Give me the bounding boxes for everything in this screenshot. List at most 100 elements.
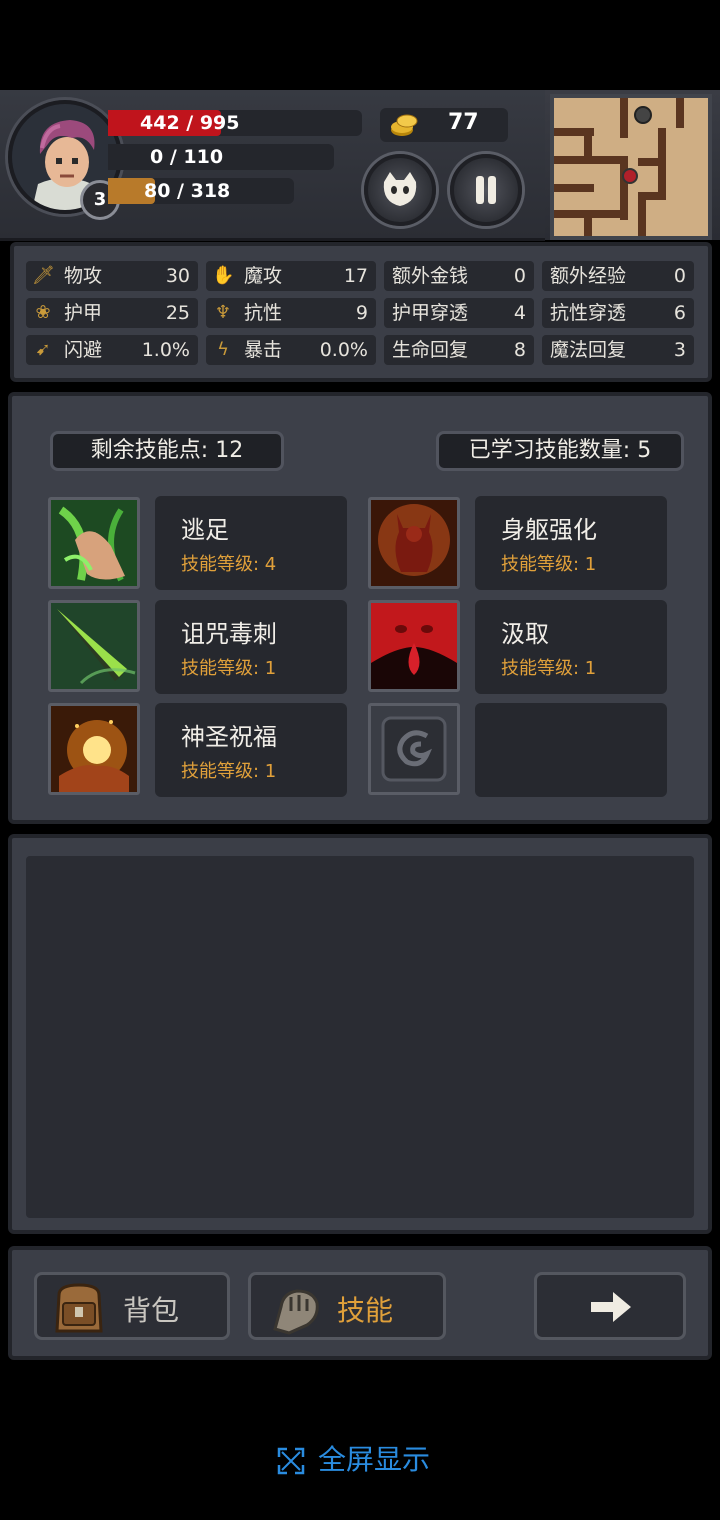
map-wall [554, 184, 594, 192]
skill-name: 身躯强化 [501, 516, 597, 544]
magic-hand-icon: ✋ [212, 265, 235, 286]
holy-light-hand-icon [51, 706, 137, 792]
stat-label: 魔法回复 [550, 339, 627, 361]
minimap[interactable] [550, 94, 712, 240]
skill-card[interactable]: 逃足 技能等级: 4 [155, 496, 347, 590]
skill-name: 神圣祝福 [181, 723, 277, 751]
pause-button[interactable] [450, 154, 522, 226]
empty-skill-slot[interactable] [368, 703, 460, 795]
map-wall [554, 156, 624, 164]
lightning-icon: ϟ [217, 339, 229, 360]
stat-item: ❀ 护甲 25 [26, 298, 198, 328]
fullscreen-label: 全屏显示 [318, 1443, 431, 1476]
skill-icon-curse-sting[interactable] [48, 600, 140, 692]
pause-icon [476, 176, 496, 204]
skill-name: 逃足 [181, 516, 229, 544]
skill-tab-label: 技能 [337, 1294, 394, 1327]
map-player-icon [622, 168, 638, 184]
skill-level: 技能等级: 4 [181, 554, 277, 575]
stat-value: 4 [513, 302, 526, 324]
stat-label: 魔攻 [244, 265, 283, 287]
stat-label: 闪避 [64, 339, 103, 361]
next-button[interactable] [534, 1272, 686, 1340]
stat-item: 额外金钱 0 [384, 261, 534, 291]
stat-item: 抗性穿透 6 [542, 298, 694, 328]
skill-level: 技能等级: 1 [501, 554, 597, 575]
bag-tab-label: 背包 [123, 1294, 180, 1327]
stat-item: 🗡 物攻 30 [26, 261, 198, 291]
map-wall [676, 98, 684, 128]
stat-item: ♆ 抗性 9 [206, 298, 376, 328]
fullscreen-link[interactable]: 全屏显示 [276, 1440, 430, 1480]
stat-value: 25 [165, 302, 190, 324]
skill-card[interactable]: 神圣祝福 技能等级: 1 [155, 703, 347, 797]
skill-level: 技能等级: 1 [181, 658, 277, 679]
learned-skill-count: 已学习技能数量: 5 [436, 431, 684, 471]
skill-detail-panel [8, 834, 712, 1234]
stat-item: ϟ 暴击 0.0% [206, 335, 376, 365]
stat-label: 护甲穿透 [392, 302, 469, 324]
skill-icon-drain[interactable] [368, 600, 460, 692]
skill-card[interactable]: 汲取 技能等级: 1 [475, 600, 667, 694]
skill-level: 技能等级: 1 [501, 658, 597, 679]
map-wall [638, 192, 646, 236]
resist-icon: ♆ [214, 302, 232, 323]
gold-amount: 77 [448, 110, 479, 135]
stat-value: 0 [673, 265, 686, 287]
mp-text: 0 / 110 [150, 146, 224, 168]
map-wall [584, 210, 592, 236]
stat-item: 魔法回复 3 [542, 335, 694, 365]
stat-value: 30 [165, 265, 190, 287]
skill-card[interactable]: 诅咒毒刺 技能等级: 1 [155, 600, 347, 694]
stat-item: ➹ 闪避 1.0% [26, 335, 198, 365]
blood-drop-icon [371, 603, 457, 689]
rune-placeholder-icon [381, 716, 447, 782]
skill-icon-holy-blessing[interactable] [48, 703, 140, 795]
xp-text: 80 / 318 [144, 180, 231, 202]
xp-bar: 80 / 318 [108, 178, 294, 204]
stat-label: 生命回复 [392, 339, 469, 361]
stat-value: 17 [343, 265, 368, 287]
skill-card[interactable]: 身躯强化 技能等级: 1 [475, 496, 667, 590]
map-marker-icon [634, 106, 652, 124]
stat-item: 护甲穿透 4 [384, 298, 534, 328]
mp-bar: 0 / 110 [108, 144, 334, 170]
stat-item: 额外经验 0 [542, 261, 694, 291]
sword-icon: 🗡 [32, 265, 55, 286]
stat-value: 0.0% [319, 339, 368, 361]
gauntlet-fist-icon [273, 1289, 319, 1335]
stat-value: 1.0% [141, 339, 190, 361]
character-button[interactable] [364, 154, 436, 226]
stat-label: 物攻 [64, 265, 103, 287]
creature-face-icon [383, 172, 417, 206]
stat-item: ✋ 魔攻 17 [206, 261, 376, 291]
map-wall [638, 158, 660, 166]
stat-label: 抗性穿透 [550, 302, 627, 324]
stat-label: 护甲 [64, 302, 103, 324]
poison-blade-icon [51, 603, 137, 689]
backpack-icon [55, 1283, 103, 1333]
stat-label: 额外金钱 [392, 265, 469, 287]
skill-icon-escape-foot[interactable] [48, 497, 140, 589]
arrow-right-icon [591, 1292, 631, 1322]
vine-foot-icon [51, 500, 137, 586]
skill-tab-button[interactable]: 技能 [248, 1272, 446, 1340]
stat-value: 9 [355, 302, 368, 324]
demon-body-icon [371, 500, 457, 586]
skill-detail-content [26, 856, 694, 1218]
skill-icon-body-strengthen[interactable] [368, 497, 460, 589]
hp-bar: 442 / 995 [108, 110, 362, 136]
hp-text: 442 / 995 [140, 112, 240, 134]
skill-level: 技能等级: 1 [181, 761, 277, 782]
stat-label: 额外经验 [550, 265, 627, 287]
stat-value: 0 [513, 265, 526, 287]
stat-value: 6 [673, 302, 686, 324]
gold-counter: 77 [380, 108, 508, 142]
bag-tab-button[interactable]: 背包 [34, 1272, 230, 1340]
stat-value: 3 [673, 339, 686, 361]
remaining-skill-points: 剩余技能点: 12 [50, 431, 284, 471]
run-icon: ➹ [35, 339, 51, 360]
skill-name: 诅咒毒刺 [181, 620, 277, 648]
stat-item: 生命回复 8 [384, 335, 534, 365]
gold-coins-icon [391, 114, 418, 136]
